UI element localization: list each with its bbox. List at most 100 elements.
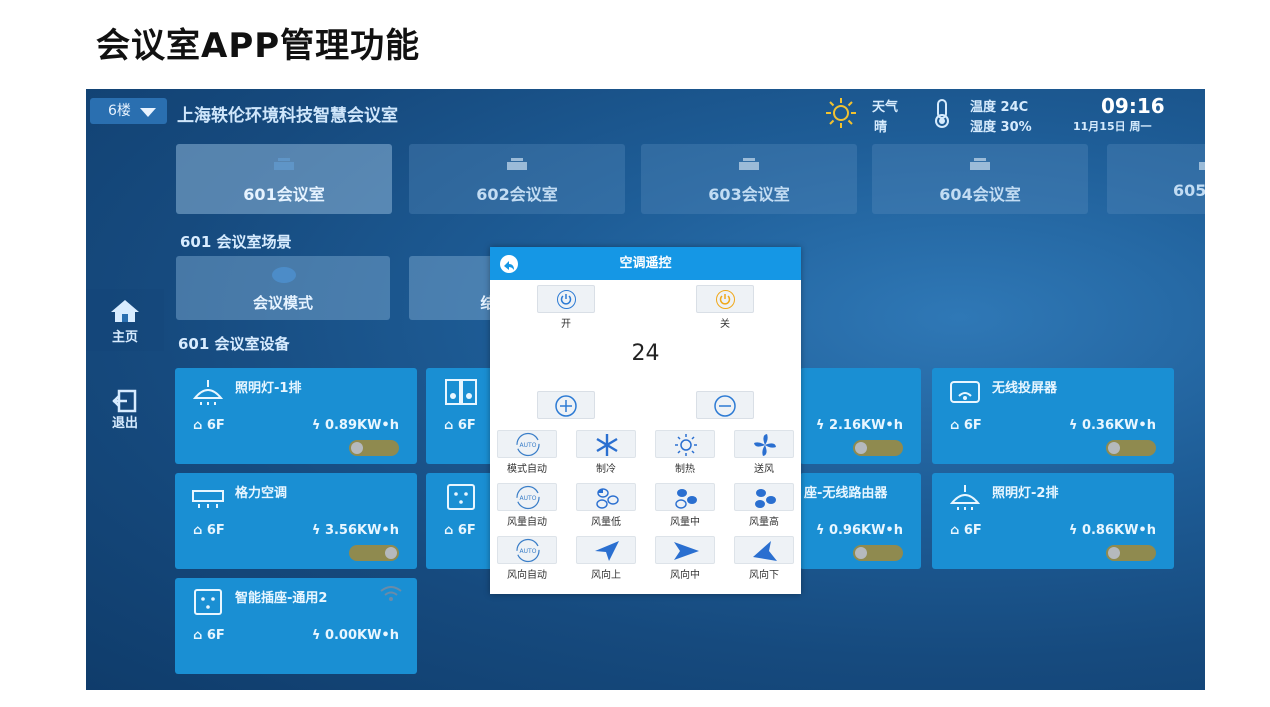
wind-direction-up-button[interactable] [576, 536, 636, 564]
device-energy: ϟ 0.36KW•h [1068, 418, 1156, 433]
mode-heat-button[interactable] [655, 430, 715, 458]
device-floor: ⌂ 6F [444, 418, 476, 433]
snowflake-icon [596, 434, 618, 456]
fan-speed-high-button[interactable] [734, 483, 794, 511]
device-floor: ⌂ 6F [193, 628, 225, 643]
device-toggle[interactable] [853, 440, 903, 456]
temp-decrease-button[interactable] [696, 391, 754, 419]
device-toggle[interactable] [853, 545, 903, 561]
wind-direction-auto-button[interactable]: AUTO [497, 536, 557, 564]
device-toggle[interactable] [349, 440, 399, 456]
device-name: 照明灯-1排 [235, 381, 302, 396]
fan-speed-mid-button[interactable] [655, 483, 715, 511]
wifi-icon [380, 586, 402, 601]
device-card-aircon[interactable]: 格力空调 ⌂ 6F ϟ 3.56KW•h [175, 473, 417, 569]
wind-direction-up-label: 风向上 [591, 570, 621, 581]
socket-icon [447, 484, 475, 510]
air-conditioner-icon [192, 490, 224, 508]
device-floor: ⌂ 6F [950, 523, 982, 538]
meeting-table-icon [507, 158, 527, 170]
device-card-socket[interactable]: ⌂ 6F [426, 473, 496, 569]
svg-text:AUTO: AUTO [520, 442, 537, 449]
temperature-setpoint: 24 [631, 341, 660, 366]
device-name: 格力空调 [235, 486, 288, 501]
device-card-router[interactable]: 座-无线路由器 ϟ 0.96KW•h [800, 473, 921, 569]
mode-auto-label: 模式自动 [507, 464, 547, 475]
cast-icon [950, 381, 980, 403]
device-card-speaker[interactable]: ⌂ 6F [426, 368, 496, 464]
sidebar-item-label: 退出 [111, 416, 138, 431]
device-card-socket-2[interactable]: 智能插座-通用2 ⌂ 6F ϟ 0.00KW•h [175, 578, 417, 674]
device-name: 座-无线路由器 [804, 486, 888, 501]
slide-title: 会议室APP管理功能 [96, 26, 421, 66]
auto-icon: AUTO [516, 485, 540, 510]
fan-low-icon [596, 488, 619, 509]
logout-icon [112, 389, 137, 413]
temperature-readout: 温度 24C [970, 100, 1029, 115]
tab-label: 601会议室 [243, 185, 325, 204]
device-name: 无线投屏器 [992, 381, 1058, 396]
fan-mid-icon [675, 489, 697, 509]
thermometer-icon [935, 99, 949, 128]
power-off-button[interactable] [696, 285, 754, 313]
svg-text:AUTO: AUTO [520, 495, 537, 502]
sidebar-item-home[interactable]: 主页 [86, 289, 164, 351]
power-off-label: 关 [720, 319, 730, 330]
scene-end[interactable]: 结 [409, 256, 499, 320]
tab-label: 602会议室 [476, 185, 558, 204]
dialog-header: 空调遥控 [490, 247, 801, 280]
toggle-knob [1108, 442, 1120, 454]
tab-room-605[interactable]: 605 [1107, 144, 1205, 214]
app-screen: 6楼 上海轶伦环境科技智慧会议室 天气 晴 温度 24C 湿度 30% 09:1… [86, 89, 1205, 690]
fan-speed-mid-label: 风量中 [670, 517, 700, 528]
sun-icon [675, 434, 697, 456]
device-card-3[interactable]: ϟ 2.16KW•h [800, 368, 921, 464]
device-card-light-2[interactable]: 照明灯-2排 ⌂ 6F ϟ 0.86KW•h [932, 473, 1174, 569]
auto-icon: AUTO [516, 432, 540, 457]
temp-increase-button[interactable] [537, 391, 595, 419]
meeting-table-icon [739, 158, 759, 170]
arrow-right-icon [674, 542, 699, 560]
device-card-cast[interactable]: 无线投屏器 ⌂ 6F ϟ 0.36KW•h [932, 368, 1174, 464]
scene-label: 会议模式 [252, 294, 313, 312]
speaker-icon [445, 379, 477, 405]
tab-room-603[interactable]: 603会议室 [641, 144, 857, 214]
floor-select[interactable]: 6楼 [90, 98, 167, 124]
venue-title: 上海轶伦环境科技智慧会议室 [177, 106, 398, 126]
humidity-readout: 湿度 30% [970, 120, 1032, 135]
device-card-light-1[interactable]: 照明灯-1排 ⌂ 6F ϟ 0.89KW•h [175, 368, 417, 464]
toggle-knob [855, 442, 867, 454]
device-toggle[interactable] [1106, 545, 1156, 561]
mode-auto-button[interactable]: AUTO [497, 430, 557, 458]
power-on-button[interactable] [537, 285, 595, 313]
tab-room-604[interactable]: 604会议室 [872, 144, 1088, 214]
power-icon [557, 290, 576, 309]
wind-direction-auto-label: 风向自动 [507, 570, 547, 581]
device-energy: ϟ 0.96KW•h [815, 523, 903, 538]
wind-direction-down-label: 风向下 [749, 570, 779, 581]
device-toggle[interactable] [1106, 440, 1156, 456]
toggle-knob [351, 442, 363, 454]
back-button[interactable] [500, 255, 518, 273]
sidebar-item-logout[interactable]: 退出 [86, 385, 164, 447]
mode-cool-label: 制冷 [596, 464, 616, 475]
fan-speed-low-button[interactable] [576, 483, 636, 511]
toggle-knob [385, 547, 397, 559]
top-bar: 6楼 上海轶伦环境科技智慧会议室 天气 晴 温度 24C 湿度 30% 09:1… [86, 89, 1205, 135]
device-toggle[interactable] [349, 545, 399, 561]
weather-value: 晴 [874, 120, 888, 135]
mode-cool-button[interactable] [576, 430, 636, 458]
toggle-knob [855, 547, 867, 559]
ceiling-lamp-icon [949, 485, 981, 510]
scene-meeting-mode[interactable]: 会议模式 [176, 256, 390, 320]
ceiling-lamp-icon [192, 380, 224, 405]
mode-fan-button[interactable] [734, 430, 794, 458]
wind-direction-down-button[interactable] [734, 536, 794, 564]
tab-room-602[interactable]: 602会议室 [409, 144, 625, 214]
tab-room-601[interactable]: 601会议室 [176, 144, 392, 214]
device-floor: ⌂ 6F [193, 418, 225, 433]
device-energy: ϟ 0.89KW•h [311, 418, 399, 433]
fan-speed-auto-button[interactable]: AUTO [497, 483, 557, 511]
svg-text:AUTO: AUTO [520, 548, 537, 555]
wind-direction-mid-button[interactable] [655, 536, 715, 564]
